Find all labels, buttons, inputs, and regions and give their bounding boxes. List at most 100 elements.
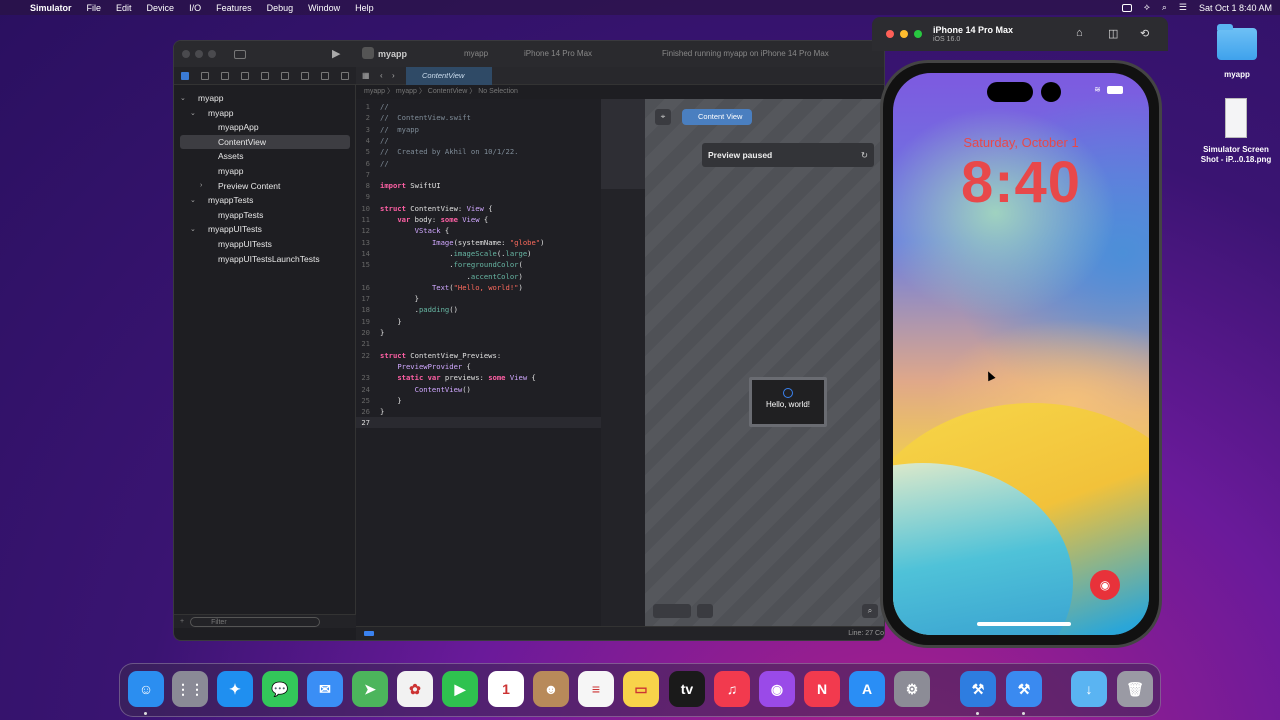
menu-features[interactable]: Features [216, 3, 252, 13]
code-line[interactable]: 23 static var previews: some View { [356, 372, 601, 383]
code-line[interactable]: 7 [356, 169, 601, 180]
tab-contentview[interactable]: ContentView [406, 67, 492, 85]
disclosure-chevron-icon[interactable]: ⌄ [180, 94, 190, 102]
code-line[interactable]: 20} [356, 327, 601, 338]
report-navigator-icon[interactable] [341, 71, 349, 80]
code-line[interactable]: 4 // [356, 135, 601, 146]
code-line[interactable]: 18 .padding() [356, 304, 601, 315]
menu-help[interactable]: Help [355, 3, 374, 13]
home-icon[interactable]: ⌂ [1076, 27, 1083, 39]
navigator-item[interactable]: ⌄ myapp [180, 106, 350, 120]
project-navigator-icon[interactable] [181, 71, 189, 80]
breakpoint-navigator-icon[interactable] [321, 71, 329, 80]
variants-button[interactable] [697, 604, 713, 618]
news-icon[interactable]: N [804, 671, 840, 707]
spotlight-search-icon[interactable]: ⌕ [1162, 2, 1167, 13]
reminders-icon[interactable]: ≡ [578, 671, 614, 707]
navigator-item[interactable]: ContentView [180, 134, 350, 149]
home-indicator[interactable] [977, 622, 1071, 626]
minimap[interactable] [601, 99, 645, 628]
test-navigator-icon[interactable] [281, 71, 289, 80]
lock-screen[interactable]: ≋ Saturday, October 1 8:40 ◉ [893, 73, 1149, 635]
code-line[interactable]: 6 // [356, 158, 601, 169]
run-destination-selector[interactable]: iPhone 14 Pro Max [524, 49, 592, 58]
source-control-navigator-icon[interactable] [201, 71, 209, 80]
navigator-item[interactable]: ⌄ myapp [180, 91, 350, 105]
facetime-icon[interactable]: ▶ [442, 671, 478, 707]
disclosure-chevron-icon[interactable]: ⌄ [190, 196, 200, 204]
trash-icon[interactable]: 🗑 [1117, 671, 1153, 707]
menubar-clock[interactable]: Sat Oct 1 8:40 AM [1199, 3, 1272, 13]
podcasts-icon[interactable]: ◉ [759, 671, 795, 707]
code-line[interactable]: 19 } [356, 316, 601, 327]
maps-icon[interactable]: ➤ [352, 671, 388, 707]
menu-device[interactable]: Device [147, 3, 175, 13]
issue-navigator-icon[interactable] [261, 71, 269, 80]
navigator-item[interactable]: myapp [180, 164, 350, 178]
menu-file[interactable]: File [87, 3, 102, 13]
code-line[interactable]: 26} [356, 406, 601, 417]
code-line[interactable]: 3 // myapp [356, 124, 601, 135]
sim-zoom-icon[interactable] [914, 30, 922, 38]
code-line[interactable]: PreviewProvider { [356, 361, 601, 372]
source-editor[interactable]: 1 // 2 // ContentView.swift 3 // myapp 4 // 5 // … [356, 99, 601, 628]
photos-icon[interactable]: ✿ [397, 671, 433, 707]
code-line[interactable]: .accentColor) [356, 271, 601, 282]
code-line[interactable]: 16 Text("Hello, world!") [356, 282, 601, 293]
navigator-item[interactable]: Assets [180, 149, 350, 163]
navigator-item[interactable]: myappTests [180, 208, 350, 222]
code-line[interactable]: 1 // [356, 101, 601, 112]
code-line[interactable]: 12 VStack { [356, 225, 601, 236]
run-icon[interactable]: ▶ [332, 47, 340, 60]
code-line[interactable]: 13 Image(systemName: "globe") [356, 237, 601, 248]
control-center-icon[interactable]: ☰ [1179, 2, 1187, 13]
navigator-item[interactable]: ⌄ myappTests [180, 193, 350, 207]
system-settings-icon[interactable]: ⚙ [894, 671, 930, 707]
add-file-icon[interactable]: + [180, 618, 184, 625]
safari-icon[interactable]: ✦ [217, 671, 253, 707]
contacts-icon[interactable]: ☻ [533, 671, 569, 707]
navigator-item[interactable]: myappApp [180, 120, 350, 134]
calendar-icon[interactable]: 1 [488, 671, 524, 707]
zoom-window-icon[interactable] [208, 50, 216, 58]
code-line[interactable]: 17 } [356, 293, 601, 304]
xcode-icon[interactable]: ⚒ [960, 671, 996, 707]
code-line[interactable]: 11 var body: some View { [356, 214, 601, 225]
mail-icon[interactable]: ✉ [307, 671, 343, 707]
navigator-item[interactable]: myappUITestsLaunchTests [180, 252, 350, 266]
scheme-selector[interactable]: myapp [464, 49, 488, 58]
minimize-window-icon[interactable] [195, 50, 203, 58]
sim-minimize-icon[interactable] [900, 30, 908, 38]
code-line[interactable]: 2 // ContentView.swift [356, 112, 601, 123]
app-store-icon[interactable]: A [849, 671, 885, 707]
launchpad-icon[interactable]: ⋮⋮ [172, 671, 208, 707]
desktop-screenshot-file[interactable]: Simulator Screen Shot - iP...0.18.png [1196, 98, 1276, 165]
sim-close-icon[interactable] [886, 30, 894, 38]
downloads-icon[interactable]: ↓ [1071, 671, 1107, 707]
find-navigator-icon[interactable] [241, 71, 249, 80]
tv-icon[interactable]: tv [669, 671, 705, 707]
code-line[interactable]: 22 struct ContentView_Previews: [356, 350, 601, 361]
filter-input[interactable]: Filter [190, 616, 321, 627]
sidebar-toggle-icon[interactable] [234, 49, 246, 59]
pin-icon[interactable]: ⌖ [655, 109, 671, 125]
airdrop-icon[interactable]: ⟡ [1144, 2, 1150, 13]
menu-edit[interactable]: Edit [116, 3, 132, 13]
screenshot-icon[interactable]: ◫ [1108, 27, 1118, 40]
editor-grid-icon[interactable]: ▦ [362, 71, 370, 80]
music-icon[interactable]: ♫ [714, 671, 750, 707]
desktop-folder-myapp[interactable]: myapp [1212, 24, 1262, 79]
code-line[interactable]: 10 struct ContentView: View { [356, 203, 601, 214]
rotate-icon[interactable]: ⟲ [1140, 27, 1149, 40]
code-line[interactable]: 8 import SwiftUI [356, 180, 601, 191]
code-line[interactable]: 27 [356, 417, 601, 429]
screen-mirroring-icon[interactable] [1121, 3, 1132, 12]
code-line[interactable]: 14 .imageScale(.large) [356, 248, 601, 259]
forward-icon[interactable]: › [392, 71, 395, 80]
code-line[interactable]: 21 [356, 338, 601, 349]
debug-navigator-icon[interactable] [301, 71, 309, 80]
finder-icon[interactable]: ☺ [128, 671, 164, 707]
code-line[interactable]: 5 // Created by Akhil on 10/1/22. [356, 146, 601, 157]
minimap-thumb[interactable] [601, 99, 645, 189]
disclosure-chevron-icon[interactable]: ⌄ [190, 225, 200, 233]
